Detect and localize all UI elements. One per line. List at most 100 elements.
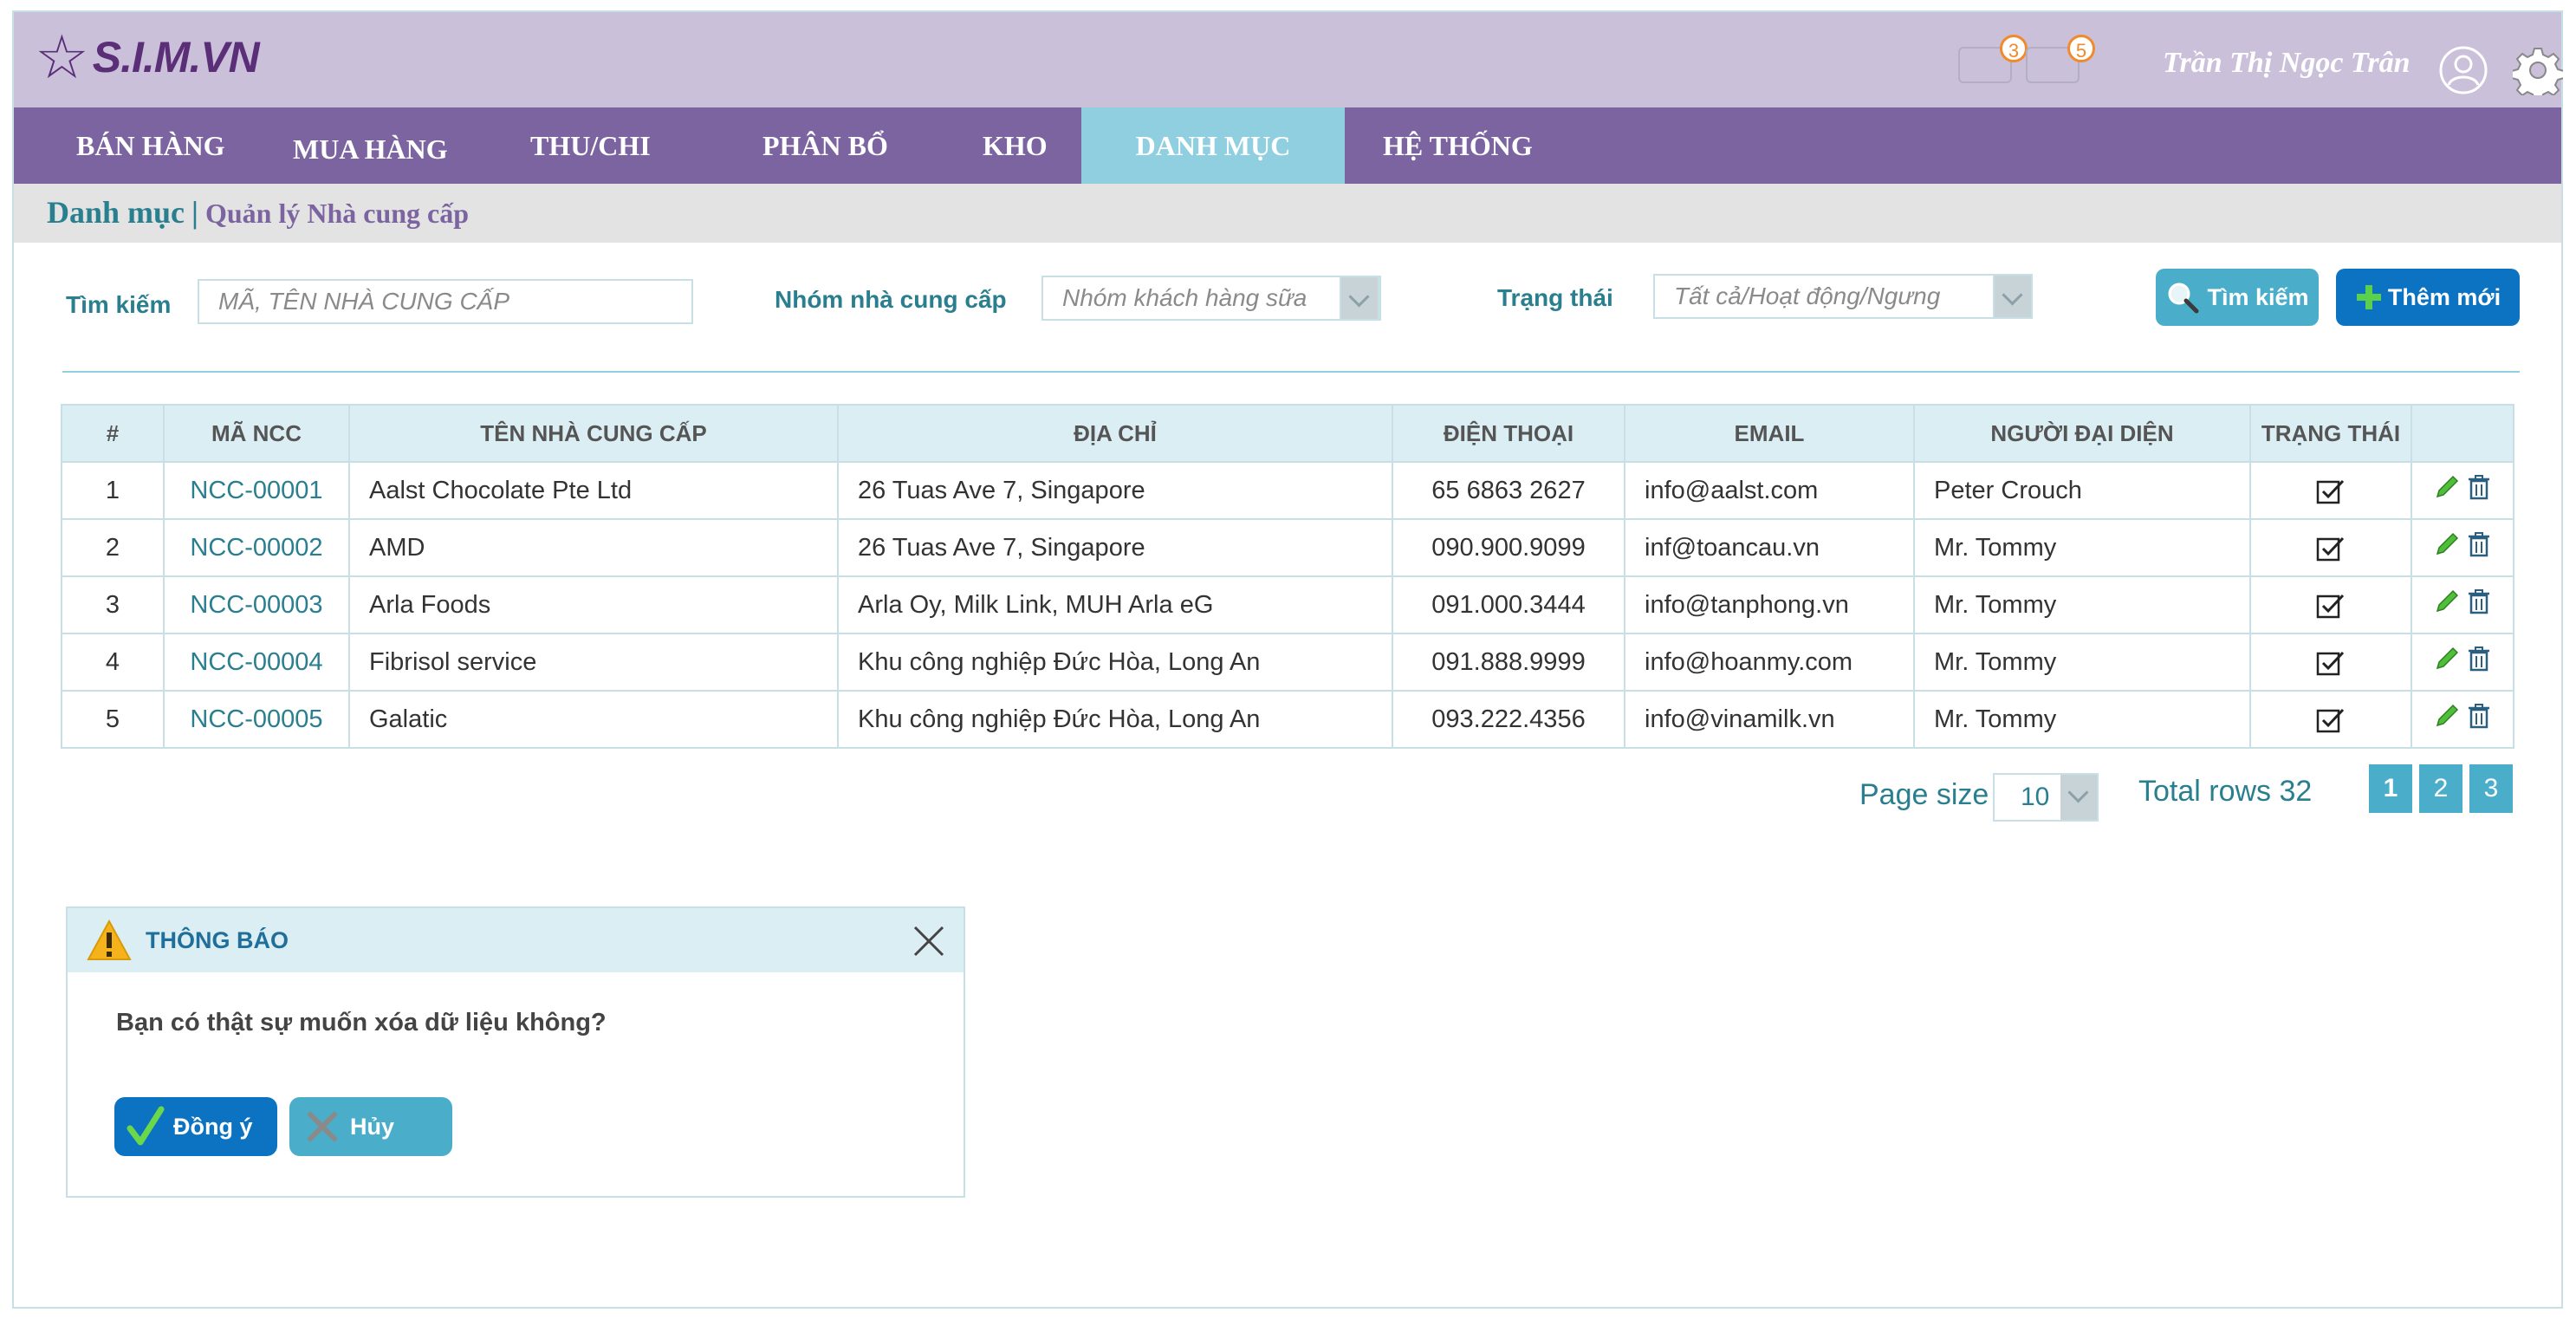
- nav-danh-muc[interactable]: DANH MỤC: [1081, 107, 1345, 184]
- edit-pencil-icon[interactable]: [2434, 646, 2460, 672]
- supplier-address: Khu công nghiệp Đức Hòa, Long An: [837, 690, 1393, 749]
- supplier-phone: 093.222.4356: [1392, 690, 1625, 749]
- user-name[interactable]: Trần Thị Ngọc Trân: [2163, 47, 2411, 80]
- star-logo-icon: ☆: [35, 23, 89, 91]
- breadcrumb-separator: |: [191, 195, 198, 230]
- gear-icon[interactable]: [2513, 45, 2563, 95]
- total-rows: Total rows 32: [2138, 775, 2313, 808]
- supplier-code-link[interactable]: NCC-00001: [163, 461, 350, 520]
- supplier-address: Arla Oy, Milk Link, MUH Arla eG: [837, 575, 1393, 634]
- col-header-address[interactable]: ĐỊA CHỈ: [837, 404, 1393, 463]
- search-input[interactable]: MÃ, TÊN NHÀ CUNG CẤP: [198, 279, 693, 324]
- col-header-email[interactable]: EMAIL: [1624, 404, 1915, 463]
- search-button[interactable]: Tìm kiếm: [2156, 269, 2319, 326]
- breadcrumb: Danh mục | Quản lý Nhà cung cấp: [47, 194, 469, 231]
- warning-icon: [87, 919, 132, 960]
- breadcrumb-section[interactable]: Danh mục: [47, 195, 185, 230]
- checkbox-checked-icon[interactable]: [2316, 536, 2346, 562]
- search-icon: [2168, 283, 2199, 314]
- edit-pencil-icon[interactable]: [2434, 703, 2460, 729]
- supplier-group-select[interactable]: Nhóm khách hàng sữa: [1041, 276, 1381, 321]
- close-icon[interactable]: [912, 924, 946, 958]
- x-icon: [308, 1112, 337, 1141]
- logo[interactable]: ☆ S.I.M.VN: [35, 23, 260, 91]
- table-row[interactable]: 4 NCC-00004 Fibrisol service Khu công nghiệ…: [61, 633, 2514, 692]
- table-row[interactable]: 5 NCC-00005 Galatic Khu công nghiệp Đức Hòa…: [61, 690, 2514, 749]
- trash-icon[interactable]: [2467, 588, 2491, 614]
- col-header-status[interactable]: TRẠNG THÁI: [2249, 404, 2412, 463]
- col-header-index: #: [61, 404, 165, 463]
- table-row[interactable]: 2 NCC-00002 AMD 26 Tuas Ave 7, Singapore 090…: [61, 518, 2514, 577]
- col-header-name[interactable]: TÊN NHÀ CUNG CẤP: [348, 404, 839, 463]
- supplier-code-link[interactable]: NCC-00005: [163, 690, 350, 749]
- breadcrumb-bar: Danh mục | Quản lý Nhà cung cấp: [14, 184, 2561, 243]
- col-header-code[interactable]: MÃ NCC: [163, 404, 350, 463]
- col-header-representative[interactable]: NGƯỜI ĐẠI DIỆN: [1913, 404, 2251, 463]
- table-row[interactable]: 3 NCC-00003 Arla Foods Arla Oy, Milk Link,…: [61, 575, 2514, 634]
- col-header-actions: [2411, 404, 2514, 463]
- chevron-down-icon[interactable]: [1993, 274, 2033, 319]
- supplier-phone: 090.900.9099: [1392, 518, 1625, 577]
- cancel-button-label: Hủy: [350, 1113, 395, 1140]
- row-index: 4: [61, 633, 165, 692]
- confirm-button[interactable]: Đồng ý: [114, 1097, 277, 1156]
- confirm-dialog: THÔNG BÁO Bạn có thật sự muốn xóa dữ liệ…: [66, 906, 965, 1198]
- nav-ban-hang[interactable]: BÁN HÀNG: [76, 107, 225, 184]
- add-new-button[interactable]: Thêm mới: [2336, 269, 2520, 326]
- nav-thu-chi[interactable]: THU/CHI: [530, 107, 651, 184]
- trash-icon[interactable]: [2467, 646, 2491, 672]
- actions-cell: [2411, 633, 2514, 692]
- trash-icon[interactable]: [2467, 703, 2491, 729]
- nav-phan-bo[interactable]: PHÂN BỔ: [762, 107, 888, 184]
- col-header-phone[interactable]: ĐIỆN THOẠI: [1392, 404, 1625, 463]
- supplier-representative: Mr. Tommy: [1913, 633, 2251, 692]
- supplier-table: # MÃ NCC TÊN NHÀ CUNG CẤP ĐỊA CHỈ ĐIỆN T…: [61, 404, 2514, 749]
- edit-pencil-icon[interactable]: [2434, 474, 2460, 500]
- supplier-email: info@aalst.com: [1624, 461, 1915, 520]
- actions-cell: [2411, 575, 2514, 634]
- supplier-phone: 091.888.9999: [1392, 633, 1625, 692]
- supplier-code-link[interactable]: NCC-00003: [163, 575, 350, 634]
- chevron-down-icon[interactable]: [2060, 775, 2097, 820]
- trash-icon[interactable]: [2467, 531, 2491, 557]
- chevron-down-icon[interactable]: [1340, 276, 1379, 321]
- status-cell: [2249, 633, 2412, 692]
- actions-cell: [2411, 518, 2514, 577]
- row-index: 5: [61, 690, 165, 749]
- edit-pencil-icon[interactable]: [2434, 531, 2460, 557]
- page-button-3[interactable]: 3: [2469, 764, 2513, 813]
- supplier-code-link[interactable]: NCC-00004: [163, 633, 350, 692]
- cancel-button[interactable]: Hủy: [289, 1097, 452, 1156]
- table-row[interactable]: 1 NCC-00001 Aalst Chocolate Pte Ltd 26 Tuas…: [61, 461, 2514, 520]
- actions-cell: [2411, 461, 2514, 520]
- supplier-representative: Mr. Tommy: [1913, 690, 2251, 749]
- status-cell: [2249, 461, 2412, 520]
- page-button-2[interactable]: 2: [2419, 764, 2462, 813]
- mail-notification[interactable]: 5: [2026, 35, 2095, 83]
- supplier-email: info@hoanmy.com: [1624, 633, 1915, 692]
- dialog-header: THÔNG BÁO: [68, 908, 964, 972]
- confirm-button-label: Đồng ý: [173, 1113, 253, 1140]
- status-label: Trạng thái: [1497, 284, 1613, 311]
- supplier-code-link[interactable]: NCC-00002: [163, 518, 350, 577]
- checkbox-checked-icon[interactable]: [2316, 593, 2346, 619]
- supplier-email: info@tanphong.vn: [1624, 575, 1915, 634]
- nav-kho[interactable]: KHO: [983, 107, 1048, 184]
- breadcrumb-page: Quản lý Nhà cung cấp: [204, 198, 470, 229]
- checkbox-checked-icon[interactable]: [2316, 650, 2346, 676]
- supplier-group-label: Nhóm nhà cung cấp: [775, 286, 1007, 313]
- divider: [62, 371, 2520, 373]
- status-select[interactable]: Tất cả/Hoạt động/Ngưng: [1653, 274, 2033, 319]
- notification-count-badge: 3: [2000, 35, 2028, 62]
- trash-icon[interactable]: [2467, 474, 2491, 500]
- nav-he-thong[interactable]: HỆ THỐNG: [1383, 107, 1533, 184]
- bell-notification[interactable]: 3: [1958, 35, 2028, 83]
- page-button-1[interactable]: 1: [2369, 764, 2412, 813]
- nav-mua-hang[interactable]: MUA HÀNG: [293, 111, 448, 187]
- checkbox-checked-icon[interactable]: [2316, 707, 2346, 733]
- supplier-name: Fibrisol service: [348, 633, 839, 692]
- checkbox-checked-icon[interactable]: [2316, 478, 2346, 504]
- user-avatar-icon[interactable]: [2438, 45, 2488, 95]
- row-index: 1: [61, 461, 165, 520]
- edit-pencil-icon[interactable]: [2434, 588, 2460, 614]
